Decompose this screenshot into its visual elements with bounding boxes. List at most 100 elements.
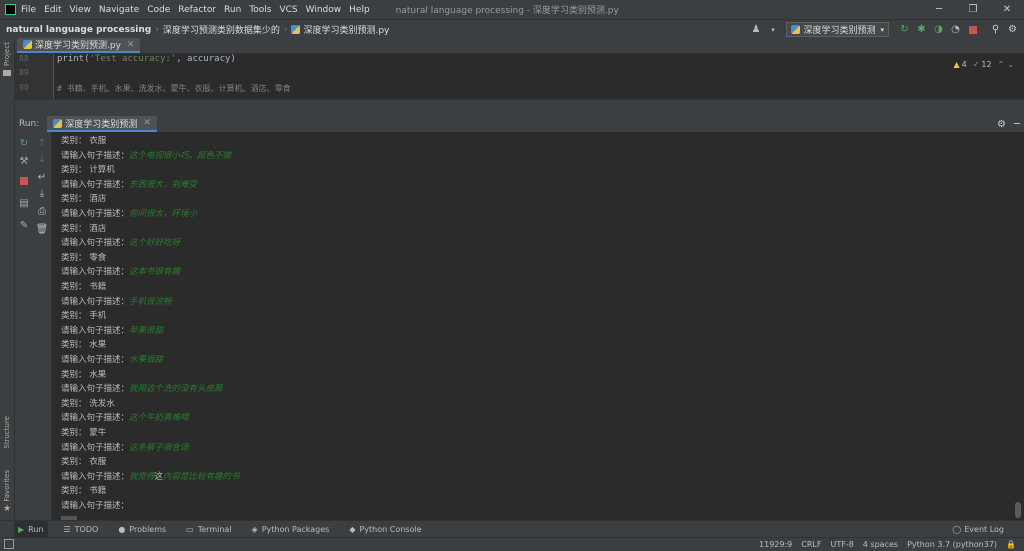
breadcrumb-folder[interactable]: 深度学习预测类别数据集少的 — [163, 23, 280, 36]
arrow-down-icon[interactable]: ↓ — [35, 152, 49, 166]
console-line: 请输入句子描述：东西很大，别难受 — [61, 178, 197, 190]
lock-icon[interactable]: 🔒 — [1006, 540, 1016, 549]
console-line: 类别： 水果 — [61, 338, 106, 350]
settings-icon[interactable]: ⚙ — [1005, 22, 1020, 37]
close-tab-icon[interactable]: ✕ — [127, 40, 135, 50]
breadcrumb-file[interactable]: 深度学习类别预测.py — [303, 23, 389, 36]
tool-todo[interactable]: ☰ TODO — [60, 521, 103, 538]
debug-icon[interactable]: ✱ — [914, 22, 929, 37]
menu-tools[interactable]: Tools — [249, 5, 271, 15]
menu-refactor[interactable]: Refactor — [178, 5, 216, 15]
console-prompt: 请输入句子描述： — [61, 296, 130, 307]
chevron-down-icon[interactable]: ▾ — [765, 22, 780, 37]
tool-python-packages[interactable]: ◈ Python Packages — [248, 521, 334, 538]
file-encoding[interactable]: UTF-8 — [830, 540, 853, 549]
todo-icon: ☰ — [63, 525, 71, 534]
weak-warning-icon: ✓ — [972, 60, 980, 69]
search-icon[interactable]: ⚲ — [988, 22, 1003, 37]
tool-label: TODO — [74, 525, 99, 534]
structure-tool-tab[interactable]: Structure — [3, 416, 11, 449]
console-user-input: 这个电视很小巧，颜色不错 — [129, 151, 231, 161]
chevron-down-icon[interactable]: ⌄ — [1007, 60, 1014, 69]
tool-label: Python Packages — [261, 525, 330, 534]
menu-file[interactable]: File — [21, 5, 36, 15]
code-line: print('Test accuracy:', accuracy) — [57, 54, 236, 64]
menu-window[interactable]: Window — [306, 5, 342, 15]
print-icon[interactable]: ⎙ — [35, 204, 49, 218]
close-window-button[interactable]: ✕ — [990, 0, 1024, 19]
line-separator[interactable]: CRLF — [801, 540, 821, 549]
status-bar-right: 11929:9 CRLF UTF-8 4 spaces Python 3.7 (… — [750, 538, 1016, 551]
editor-tab[interactable]: 深度学习类别预测.py ✕ — [17, 38, 141, 53]
chevron-up-icon[interactable]: ⌃ — [998, 60, 1005, 69]
console-input-text: 我用这个洗的没有头皮屑 — [129, 384, 223, 395]
line-number: 88 — [19, 54, 29, 63]
caret-position[interactable]: 11929:9 — [759, 540, 792, 549]
editor-panel-splitter[interactable] — [15, 99, 1024, 117]
event-log-button[interactable]: ◯ Event Log — [952, 521, 1004, 538]
console-user-input: 房间很大，环境小 — [129, 209, 197, 219]
settings-icon[interactable]: ⚙ — [997, 119, 1006, 130]
console-prompt: 类别： 衣服 — [61, 457, 107, 468]
run-panel-header: Run: 深度学习类别预测 ✕ ⚙ ─ — [15, 116, 1024, 133]
console-prompt: 请输入句子描述： — [61, 209, 130, 219]
scrollbar-thumb[interactable] — [1015, 502, 1021, 518]
console-prompt: 请输入句子描述： — [61, 238, 130, 249]
python-console-icon: ◆ — [349, 525, 356, 534]
tool-python-console[interactable]: ◆ Python Console — [345, 521, 425, 538]
console-prompt: 类别： 蒙牛 — [61, 428, 107, 438]
console-line: 请输入句子描述：这条裤子很合适 — [61, 441, 189, 453]
menu-code[interactable]: Code — [147, 5, 170, 15]
stop-icon[interactable] — [965, 22, 980, 37]
trash-icon[interactable]: 🗑 — [35, 222, 49, 236]
code-token: , accuracy) — [176, 54, 236, 64]
favorites-tool-tab[interactable]: Favorites — [3, 470, 11, 502]
hide-panel-icon[interactable]: ─ — [1014, 119, 1020, 130]
breadcrumb-separator-icon: › — [283, 24, 288, 35]
menu-navigate[interactable]: Navigate — [99, 5, 139, 15]
code-editor[interactable]: 88 89 90 print('Test accuracy:', accurac… — [15, 54, 1024, 99]
console-scrollbar[interactable] — [1012, 132, 1024, 520]
soft-wrap-icon[interactable]: ↵ — [35, 170, 49, 184]
menu-help[interactable]: Help — [349, 5, 370, 15]
close-tab-icon[interactable]: ✕ — [143, 118, 151, 128]
layout-icon[interactable]: ▤ — [17, 196, 31, 210]
menu-vcs[interactable]: VCS — [279, 5, 297, 15]
menu-edit[interactable]: Edit — [44, 5, 61, 15]
console-line: 请输入句子描述：我觉得这内容是比较有趣的书 — [61, 470, 240, 482]
console-user-input: 我用这个洗的没有头皮屑 — [129, 384, 223, 394]
run-configuration-selector[interactable]: 深度学习类别预测 ▾ — [786, 22, 889, 37]
run-console-output[interactable]: 类别： 衣服 请输入句子描述：这个电视很小巧，颜色不错 类别： 计算机 请输入句子描述… — [52, 132, 1012, 520]
console-line: 请输入句子描述：我用这个洗的没有头皮屑 — [61, 382, 223, 394]
console-user-input: 这个牛奶真难喝 — [129, 413, 189, 423]
arrow-up-icon[interactable]: ↑ — [35, 136, 49, 150]
tool-run[interactable]: ▶ Run — [14, 521, 48, 538]
breadcrumb-project[interactable]: natural language processing — [6, 25, 151, 35]
tool-label: Terminal — [197, 525, 232, 534]
maximize-button[interactable]: ❐ — [956, 0, 990, 19]
indent-setting[interactable]: 4 spaces — [863, 540, 898, 549]
code-line: # 书籍、手机、水果、洗发水、蒙牛、衣服、计算机、酒店、零食 — [57, 83, 291, 94]
minimize-button[interactable]: ─ — [922, 0, 956, 19]
console-line: 类别： 酒店 — [61, 222, 106, 234]
scroll-to-end-icon[interactable]: ⤓ — [35, 186, 49, 200]
wrench-icon[interactable]: ⚒ — [17, 154, 31, 168]
tool-problems[interactable]: ● Problems — [114, 521, 170, 538]
python-file-icon — [23, 40, 32, 49]
coverage-icon[interactable]: ◑ — [931, 22, 946, 37]
user-icon[interactable]: ♟ — [748, 22, 763, 37]
pin-icon[interactable]: ✎ — [17, 218, 31, 232]
toggle-panels-icon[interactable] — [4, 539, 14, 549]
rerun-icon[interactable]: ↻ — [17, 136, 31, 150]
rerun-icon[interactable]: ↻ — [897, 22, 912, 37]
menu-view[interactable]: View — [70, 5, 91, 15]
profile-icon[interactable]: ◔ — [948, 22, 963, 37]
stop-icon[interactable] — [17, 174, 31, 188]
console-line: 请输入句子描述：房间很大，环境小 — [61, 207, 197, 219]
menu-run[interactable]: Run — [224, 5, 241, 15]
project-tool-tab[interactable]: Project — [3, 42, 11, 66]
python-interpreter[interactable]: Python 3.7 (python37) — [907, 540, 997, 549]
tool-terminal[interactable]: ▭ Terminal — [182, 521, 235, 538]
run-tab[interactable]: 深度学习类别预测 ✕ — [47, 116, 157, 132]
inspection-widget[interactable]: ▲ 4 ✓ 12 ⌃ ⌄ — [953, 60, 1014, 69]
